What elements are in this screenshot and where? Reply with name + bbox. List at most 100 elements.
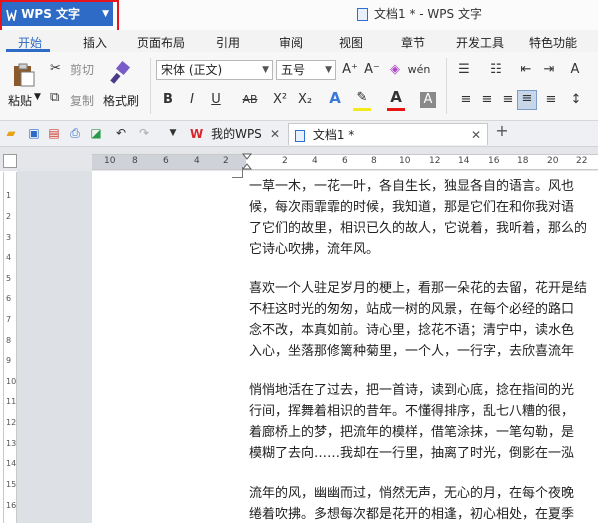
text-line: 它诗心吹拂，流年风。 xyxy=(249,242,380,257)
ruler-number: 13 xyxy=(6,439,17,448)
line-spacing-icon[interactable]: ↕ xyxy=(568,92,584,108)
bullet-list-icon[interactable]: ☰ xyxy=(455,62,473,78)
print-icon[interactable]: ⎙ xyxy=(68,126,82,140)
ruler-number: 14 xyxy=(6,459,17,468)
cut-icon[interactable]: ✂ xyxy=(50,61,61,77)
tab-page-layout[interactable]: 页面布局 xyxy=(137,34,185,51)
chinese-layout-icon[interactable]: A xyxy=(566,62,584,78)
ruler-number: 6 xyxy=(163,156,169,166)
paragraph[interactable]: 一草一木，一花一叶，各自生长，独显各自的语言。风也 候，每次雨霏霏的时候，我知道… xyxy=(249,176,598,260)
undo-icon[interactable]: ↶ xyxy=(114,126,128,140)
tab-my-wps[interactable]: W 我的WPS ✕ xyxy=(184,123,286,145)
document-icon xyxy=(357,8,368,21)
tab-special-features[interactable]: 特色功能 xyxy=(529,34,577,51)
chevron-down-icon: ▼ xyxy=(102,9,109,19)
superscript-button[interactable]: X² xyxy=(271,92,289,108)
tab-review[interactable]: 审阅 xyxy=(279,34,303,51)
paste-button[interactable]: 粘贴 xyxy=(8,92,32,109)
ruler-number: 12 xyxy=(6,418,17,427)
ruler-number: 11 xyxy=(6,397,17,406)
tab-my-wps-label: 我的WPS xyxy=(211,127,262,141)
justify-icon[interactable]: ≡ xyxy=(517,90,537,110)
text-line: 悄悄地活在了过去，把一首诗，读到心底，捻在指间的光 xyxy=(249,383,575,398)
italic-button[interactable]: I xyxy=(185,92,199,108)
char-shading-button[interactable]: A xyxy=(420,92,436,108)
text-line: 行间，挥舞着相识的昔年。不懂得排序，乱七八糟的很， xyxy=(249,404,575,419)
paste-icon[interactable] xyxy=(11,62,37,88)
separator xyxy=(150,58,151,114)
align-center-icon[interactable]: ≡ xyxy=(479,92,495,108)
bold-button[interactable]: B xyxy=(161,92,175,108)
wps-logo-icon xyxy=(6,9,17,21)
tab-stop-selector[interactable] xyxy=(3,154,17,168)
paragraph[interactable]: 流年的风，幽幽而过，悄然无声，无心的月，在每个夜晚 绻着吹拂。多想每次都是花开的… xyxy=(249,483,598,525)
document-icon xyxy=(295,129,305,142)
strikethrough-button[interactable]: AB xyxy=(239,92,261,108)
tab-view[interactable]: 视图 xyxy=(339,34,363,51)
font-color-bar xyxy=(387,108,405,111)
new-tab-icon[interactable]: + xyxy=(495,123,509,139)
separator xyxy=(446,58,447,114)
close-icon[interactable]: ✕ xyxy=(270,123,280,145)
pinyin-guide-icon[interactable]: wén xyxy=(407,62,431,78)
numbered-list-icon[interactable]: ☷ xyxy=(487,62,505,78)
paste-dropdown-icon[interactable]: ▼ xyxy=(34,92,41,102)
save-icon[interactable]: ▣ xyxy=(27,126,41,140)
open-folder-icon[interactable]: ▰ xyxy=(4,126,18,140)
ruler-number: 8 xyxy=(6,336,12,345)
font-name-value: 宋体 (正文) xyxy=(161,63,223,77)
cut-button[interactable]: 剪切 xyxy=(70,61,94,78)
font-name-select[interactable]: 宋体 (正文) ▼ xyxy=(156,60,273,80)
text-line: 候，每次雨霏霏的时候，我知道，那是它们在和你我对语 xyxy=(249,200,575,215)
ruler-number: 5 xyxy=(6,274,12,283)
app-menu-button[interactable]: WPS 文字 ▼ xyxy=(2,2,113,26)
format-painter-button[interactable]: 格式刷 xyxy=(103,92,139,109)
grow-font-button[interactable]: A⁺ xyxy=(341,62,359,78)
ruler-number: 10 xyxy=(399,156,411,166)
font-color-button[interactable]: A xyxy=(388,89,404,105)
subscript-button[interactable]: X₂ xyxy=(296,92,314,108)
ruler-number: 14 xyxy=(458,156,470,166)
window-title-text: 文档1 * - WPS 文字 xyxy=(374,7,482,21)
horizontal-ruler[interactable]: 10 8 6 4 2 2 4 6 8 10 12 14 16 18 20 22 xyxy=(92,153,598,171)
copy-button[interactable]: 复制 xyxy=(70,92,94,109)
indent-marker-icon[interactable] xyxy=(242,153,252,171)
tab-section[interactable]: 章节 xyxy=(401,34,425,51)
align-left-icon[interactable]: ≡ xyxy=(458,92,474,108)
tab-developer[interactable]: 开发工具 xyxy=(456,34,504,51)
tab-references[interactable]: 引用 xyxy=(216,34,240,51)
redo-icon[interactable]: ↷ xyxy=(137,126,151,140)
ruler-number: 6 xyxy=(6,294,12,303)
ruler-number: 10 xyxy=(104,156,116,166)
underline-button[interactable]: U xyxy=(209,92,223,108)
text-effect-icon[interactable]: A xyxy=(327,90,343,106)
highlight-color-bar xyxy=(353,108,371,111)
align-right-icon[interactable]: ≡ xyxy=(500,92,516,108)
export-pdf-icon[interactable]: ▤ xyxy=(47,126,61,140)
distributed-align-icon[interactable]: ≡ xyxy=(543,92,559,108)
decrease-indent-icon[interactable]: ⇤ xyxy=(517,62,535,78)
shrink-font-button[interactable]: A⁻ xyxy=(363,62,381,78)
font-size-select[interactable]: 五号 ▼ xyxy=(276,60,336,80)
paragraph[interactable]: 喜欢一个人驻足岁月的梗上，看那一朵花的去留，花开是结 不枉这时光的匆匆，站成一树… xyxy=(249,278,598,362)
print-preview-icon[interactable]: ◪ xyxy=(89,126,103,140)
format-painter-icon[interactable] xyxy=(108,61,132,85)
increase-indent-icon[interactable]: ⇥ xyxy=(540,62,558,78)
title-bar: WPS 文字 ▼ 文档1 * - WPS 文字 xyxy=(0,0,598,30)
font-size-value: 五号 xyxy=(281,63,306,77)
copy-icon[interactable]: ⧉ xyxy=(50,90,59,106)
tab-insert[interactable]: 插入 xyxy=(83,34,107,51)
close-icon[interactable]: ✕ xyxy=(471,124,481,146)
app-menu-label: WPS 文字 xyxy=(21,7,81,21)
vertical-ruler[interactable]: 1 2 3 4 5 6 7 8 9 10 11 12 13 14 15 16 xyxy=(3,172,17,523)
tab-document1[interactable]: 文档1 * ✕ xyxy=(288,123,488,145)
paragraph[interactable]: 悄悄地活在了过去，把一首诗，读到心底，捻在指间的光 行间，挥舞着相识的昔年。不懂… xyxy=(249,380,598,464)
highlight-icon[interactable]: ✎ xyxy=(354,90,370,106)
clear-format-icon[interactable]: ◈ xyxy=(388,62,402,78)
ruler-number: 4 xyxy=(194,156,200,166)
text-line: 着廊桥上的梦，把流年的模样，借笔涂抹，一笔勾勒，是 xyxy=(249,425,575,440)
customize-toolbar-icon[interactable]: ▼ xyxy=(166,126,180,140)
tab-document1-label: 文档1 * xyxy=(312,128,355,142)
ruler-number: 16 xyxy=(488,156,500,166)
ruler-number: 2 xyxy=(282,156,288,166)
